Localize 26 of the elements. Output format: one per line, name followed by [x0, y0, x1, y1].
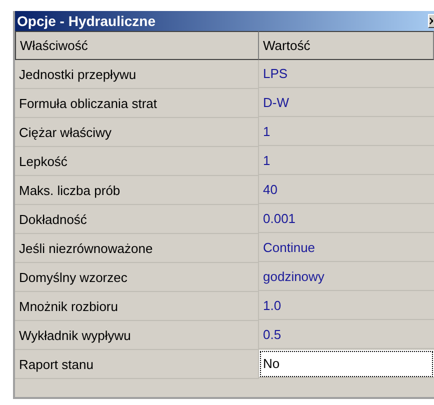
property-cell: Lepkość — [15, 147, 259, 176]
value-field[interactable]: No — [259, 350, 434, 378]
value-cell[interactable]: 40 — [259, 176, 434, 204]
window-title: Opcje - Hydrauliczne — [17, 13, 156, 29]
column-header[interactable]: Wartość — [259, 31, 434, 60]
property-cell: Raport stanu — [15, 350, 259, 379]
value-cell[interactable]: 1 — [259, 147, 434, 175]
property-cell: Jeśli niezrównoważone — [15, 234, 259, 263]
value-cell[interactable]: 1.0 — [259, 292, 434, 320]
property-cell: Maks. liczba prób — [15, 176, 259, 205]
property-cell: Jednostki przepływu — [15, 60, 259, 89]
property-cell: Domyślny wzorzec — [15, 263, 259, 292]
close-button[interactable] — [428, 14, 434, 28]
value-cell[interactable]: 0.5 — [259, 321, 434, 349]
value-cell[interactable]: Continue — [259, 234, 434, 262]
property-cell: Wykładnik wypływu — [15, 321, 259, 350]
value-cell[interactable]: 0.001 — [259, 205, 434, 233]
property-cell: Mnożnik rozbioru — [15, 292, 259, 321]
column-header[interactable]: Właściwość — [15, 31, 259, 60]
value-cell[interactable]: D-W — [259, 89, 434, 117]
property-cell: Formuła obliczania strat — [15, 89, 259, 118]
value-cell[interactable]: godzinowy — [259, 263, 434, 291]
value-cell[interactable]: 1 — [259, 118, 434, 146]
value-cell[interactable]: LPS — [259, 60, 434, 88]
property-cell: Dokładność — [15, 205, 259, 234]
property-cell: Ciężar właściwy — [15, 118, 259, 147]
